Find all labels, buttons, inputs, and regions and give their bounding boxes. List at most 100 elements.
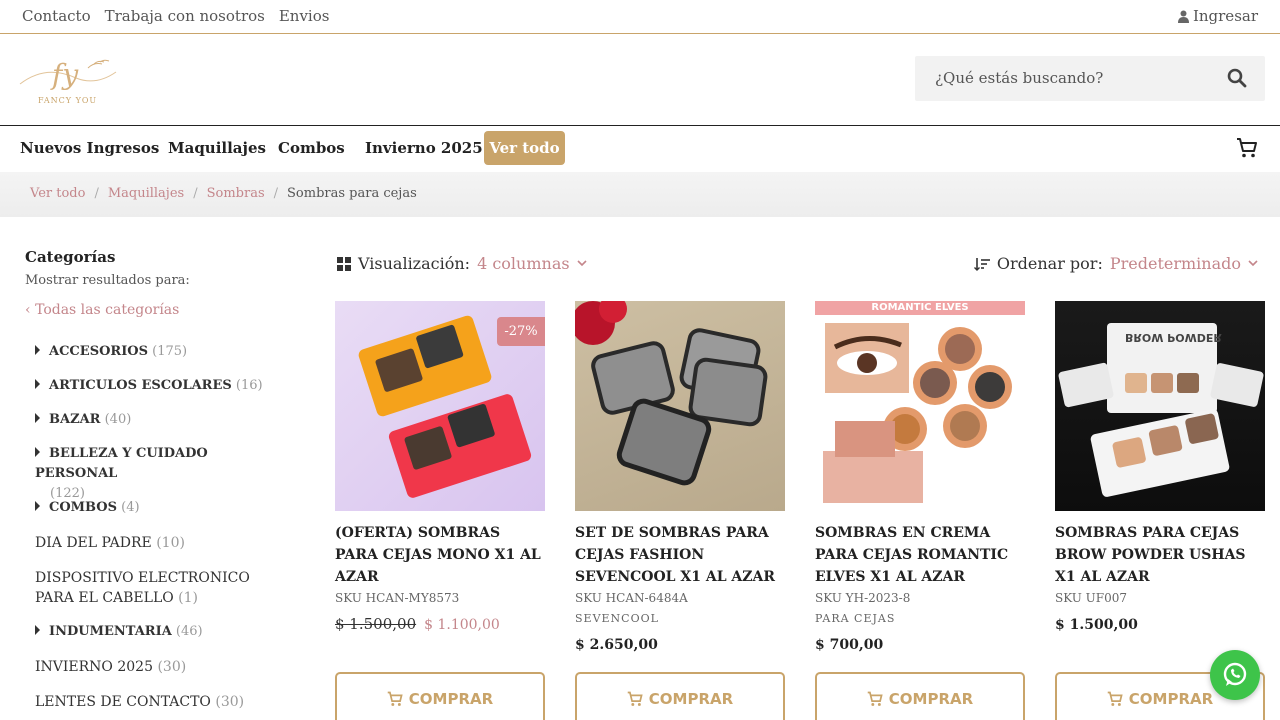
category-lentes-de-contacto[interactable]: LENTES DE CONTACTO (30) bbox=[35, 692, 244, 712]
category-name: ACCESORIOS bbox=[49, 344, 148, 359]
discount-badge: -27% bbox=[497, 317, 545, 346]
sort-label: Ordenar por: bbox=[996, 254, 1103, 273]
category-dia-del-padre[interactable]: DIA DEL PADRE (10) bbox=[35, 533, 185, 553]
work-with-us-link[interactable]: Trabaja con nosotros bbox=[105, 7, 265, 25]
shipping-link[interactable]: Envios bbox=[279, 7, 330, 25]
category-combos[interactable]: COMBOS (4) bbox=[35, 498, 140, 518]
breadcrumb-shadows[interactable]: Sombras bbox=[207, 186, 265, 201]
product-sku: SKU HCAN-MY8573 bbox=[335, 591, 460, 605]
chevron-left-icon: ‹ bbox=[25, 302, 36, 318]
product-card[interactable]: BROW POWDER SOMBRAS PARA CEJAS BROW POWD… bbox=[1055, 301, 1265, 633]
search-input[interactable]: ¿Qué estás buscando? bbox=[935, 69, 1103, 87]
breadcrumb-separator: / bbox=[94, 186, 99, 201]
product-image[interactable]: BROW POWDER bbox=[1055, 301, 1265, 511]
contact-link[interactable]: Contacto bbox=[22, 7, 91, 25]
nav-item-winter-2025[interactable]: Invierno 2025 bbox=[365, 139, 483, 157]
whatsapp-button[interactable] bbox=[1210, 650, 1260, 700]
product-price: $ 1.500,00 bbox=[1055, 617, 1138, 633]
sidebar-subtitle: Mostrar resultados para: bbox=[25, 273, 190, 288]
category-name: BELLEZA Y CUIDADO PERSONAL bbox=[35, 446, 208, 481]
view-dropdown[interactable]: 4 columnas bbox=[477, 254, 570, 273]
category-count: (1) bbox=[178, 590, 199, 606]
product-image[interactable]: -27% bbox=[335, 301, 545, 511]
buy-label: COMPRAR bbox=[648, 690, 734, 708]
category-count: (16) bbox=[235, 378, 263, 393]
category-name: ARTICULOS ESCOLARES bbox=[49, 378, 232, 393]
caret-right-icon bbox=[35, 345, 40, 355]
category-articulos-escolares[interactable]: ARTICULOS ESCOLARES (16) bbox=[35, 376, 263, 396]
all-categories-link[interactable]: ‹ Todas las categorías bbox=[25, 302, 295, 318]
nav-item-makeup[interactable]: Maquillajes bbox=[168, 139, 266, 157]
category-count: (30) bbox=[157, 659, 187, 675]
product-name[interactable]: (OFERTA) SOMBRAS PARA CEJAS MONO X1 AL A… bbox=[335, 522, 545, 588]
login-label: Ingresar bbox=[1192, 7, 1258, 25]
breadcrumb-separator: / bbox=[273, 186, 279, 201]
all-categories-label: Todas las categorías bbox=[35, 302, 180, 318]
product-brand: PARA CEJAS bbox=[815, 612, 896, 625]
buy-button[interactable]: COMPRAR bbox=[815, 672, 1025, 720]
product-card[interactable]: -27% (OFERTA) SOMBRAS PARA CEJAS MONO X1… bbox=[335, 301, 545, 633]
product-price: $ 2.650,00 bbox=[575, 637, 658, 653]
chevron-down-icon[interactable] bbox=[577, 260, 587, 267]
header: fy FANCY YOU ¿Qué estás buscando? bbox=[0, 34, 1280, 126]
category-name: LENTES DE CONTACTO bbox=[35, 694, 211, 710]
view-label: Visualización: bbox=[358, 254, 471, 273]
view-selector: Visualización: 4 columnas bbox=[337, 254, 587, 273]
product-card[interactable]: ROMANTIC ELVES SOMBRAS EN CREMA PARA CEJ… bbox=[815, 301, 1025, 653]
product-card[interactable]: SET DE SOMBRAS PARA CEJAS FASHION SEVENC… bbox=[575, 301, 785, 653]
product-image[interactable]: ROMANTIC ELVES bbox=[815, 301, 1025, 511]
buy-label: COMPRAR bbox=[888, 690, 974, 708]
image-label: BROW POWDER bbox=[1125, 331, 1222, 344]
breadcrumb-separator: / bbox=[193, 186, 198, 201]
product-sku: SKU YH-2023-8 bbox=[815, 591, 911, 605]
sort-dropdown[interactable]: Predeterminado bbox=[1110, 254, 1241, 273]
product-name[interactable]: SOMBRAS EN CREMA PARA CEJAS ROMANTIC ELV… bbox=[815, 522, 1025, 588]
breadcrumb-makeup[interactable]: Maquillajes bbox=[108, 186, 184, 201]
nav-item-combos[interactable]: Combos bbox=[278, 139, 345, 157]
breadcrumb-current: Sombras para cejas bbox=[287, 186, 417, 201]
user-icon bbox=[1177, 10, 1189, 23]
caret-right-icon bbox=[35, 501, 40, 511]
product-name[interactable]: SOMBRAS PARA CEJAS BROW POWDER USHAS X1 … bbox=[1055, 522, 1265, 588]
search-icon[interactable] bbox=[1227, 68, 1247, 88]
product-image[interactable] bbox=[575, 301, 785, 511]
category-invierno-2025[interactable]: INVIERNO 2025 (30) bbox=[35, 657, 186, 677]
cart-icon[interactable] bbox=[1236, 137, 1258, 159]
category-indumentaria[interactable]: INDUMENTARIA (46) bbox=[35, 622, 203, 642]
search-bar[interactable]: ¿Qué estás buscando? bbox=[915, 56, 1265, 101]
category-name: COMBOS bbox=[49, 500, 118, 515]
top-bar: Contacto Trabaja con nosotros Envios Ing… bbox=[0, 0, 1280, 34]
nav-item-new-arrivals[interactable]: Nuevos Ingresos bbox=[20, 139, 159, 157]
buy-label: COMPRAR bbox=[408, 690, 494, 708]
sale-price: $ 1.100,00 bbox=[424, 617, 500, 633]
category-name: DISPOSITIVO ELECTRONICO PARA EL CABELLO bbox=[35, 570, 250, 606]
login-link[interactable]: Ingresar bbox=[1177, 7, 1258, 25]
product-sku: SKU HCAN-6484A bbox=[575, 591, 688, 605]
breadcrumb: Ver todo / Maquillajes / Sombras / Sombr… bbox=[0, 172, 1280, 217]
product-price: $ 700,00 bbox=[815, 637, 884, 653]
caret-right-icon bbox=[35, 379, 40, 389]
cart-icon bbox=[627, 691, 643, 706]
cart-icon bbox=[867, 691, 883, 706]
buy-label: COMPRAR bbox=[1128, 690, 1214, 708]
cart-icon bbox=[1107, 691, 1123, 706]
breadcrumb-view-all[interactable]: Ver todo bbox=[30, 186, 85, 201]
category-name: INVIERNO 2025 bbox=[35, 659, 153, 675]
main-nav: Nuevos Ingresos Maquillajes Combos Invie… bbox=[0, 126, 1280, 172]
logo-script: fy bbox=[52, 58, 79, 91]
product-brand: SEVENCOOL bbox=[575, 612, 659, 625]
product-name[interactable]: SET DE SOMBRAS PARA CEJAS FASHION SEVENC… bbox=[575, 522, 785, 588]
category-dispositivo-electronico[interactable]: DISPOSITIVO ELECTRONICO PARA EL CABELLO … bbox=[35, 568, 285, 608]
buy-button[interactable]: COMPRAR bbox=[335, 672, 545, 720]
category-accesorios[interactable]: ACCESORIOS (175) bbox=[35, 342, 187, 362]
category-count: (46) bbox=[175, 624, 203, 639]
top-links: Contacto Trabaja con nosotros Envios bbox=[22, 7, 329, 25]
category-belleza[interactable]: BELLEZA Y CUIDADO PERSONAL (122) bbox=[35, 444, 275, 504]
store-logo[interactable]: fy FANCY YOU bbox=[16, 54, 120, 110]
category-count: (30) bbox=[215, 694, 245, 710]
chevron-down-icon[interactable] bbox=[1248, 260, 1258, 267]
view-all-button[interactable]: Ver todo bbox=[484, 131, 565, 165]
buy-button[interactable]: COMPRAR bbox=[575, 672, 785, 720]
category-bazar[interactable]: BAZAR (40) bbox=[35, 410, 131, 430]
category-count: (175) bbox=[152, 344, 188, 359]
